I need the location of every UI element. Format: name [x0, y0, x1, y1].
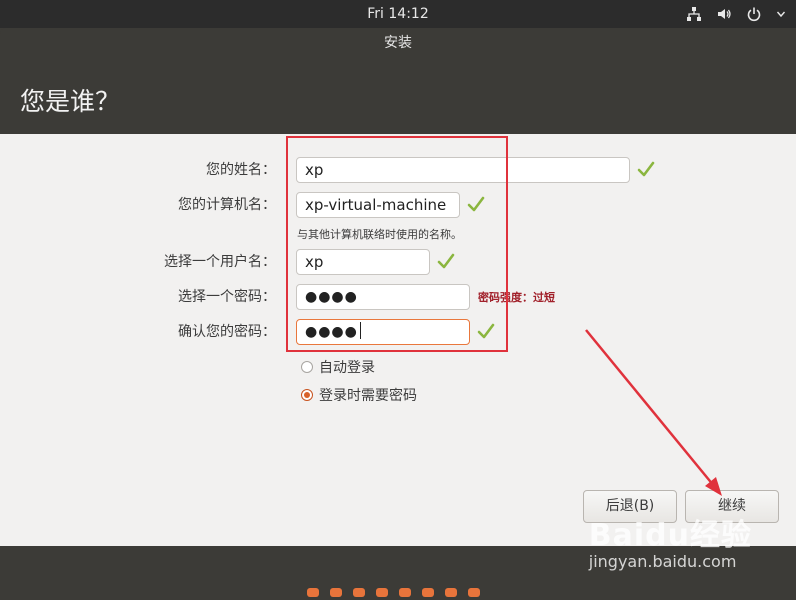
- confirm-password-label: 确认您的密码：: [178, 324, 276, 340]
- watermark-url: jingyan.baidu.com: [588, 552, 737, 571]
- volume-icon[interactable]: [716, 6, 732, 22]
- bottom-bar: Baidu经验 jingyan.baidu.com: [0, 518, 796, 600]
- auto-login-label: 自动登录: [319, 360, 375, 376]
- progress-dot: [399, 588, 411, 597]
- watermark-logo: Baidu经验: [588, 518, 752, 553]
- window-title: 安装: [384, 35, 412, 51]
- progress-dot: [330, 588, 342, 597]
- progress-dot: [376, 588, 388, 597]
- computer-name-hint: 与其他计算机联络时使用的名称。: [297, 228, 462, 241]
- username-input[interactable]: xp: [296, 249, 430, 275]
- top-bar: Fri 14:12: [0, 0, 796, 28]
- chevron-down-icon[interactable]: [776, 9, 786, 19]
- username-valid-check-icon: [437, 253, 455, 269]
- install-progress-dots: [307, 588, 480, 597]
- auto-login-option[interactable]: 自动登录: [301, 357, 375, 377]
- auto-login-radio[interactable]: [301, 361, 313, 373]
- require-password-option[interactable]: 登录时需要密码: [301, 385, 417, 405]
- username-label: 选择一个用户名：: [164, 254, 276, 270]
- progress-dot: [353, 588, 365, 597]
- name-input[interactable]: xp: [296, 157, 630, 183]
- computer-name-input[interactable]: xp-virtual-machine: [296, 192, 460, 218]
- clock[interactable]: Fri 14:12: [0, 0, 796, 28]
- network-icon[interactable]: [686, 6, 702, 22]
- password-label: 选择一个密码：: [178, 289, 276, 305]
- progress-dot: [468, 588, 480, 597]
- progress-dot: [307, 588, 319, 597]
- power-icon[interactable]: [746, 6, 762, 22]
- require-password-label: 登录时需要密码: [319, 388, 417, 404]
- window-header: 安装 您是谁？: [0, 28, 796, 134]
- content-area: 您的姓名： xp 您的计算机名： xp-virtual-machine 与其他计…: [0, 134, 796, 546]
- computer-name-label: 您的计算机名：: [178, 197, 276, 213]
- progress-dot: [422, 588, 434, 597]
- system-tray[interactable]: [686, 0, 786, 28]
- progress-dot: [445, 588, 457, 597]
- confirm-password-value: ●●●●: [305, 324, 358, 340]
- password-strength-text: 密码强度：过短: [478, 291, 555, 304]
- require-password-radio[interactable]: [301, 389, 313, 401]
- name-valid-check-icon: [637, 161, 655, 177]
- name-label: 您的姓名：: [206, 162, 276, 178]
- confirm-password-valid-check-icon: [477, 323, 495, 339]
- password-input[interactable]: ●●●●: [296, 284, 470, 310]
- computer-name-valid-check-icon: [467, 196, 485, 212]
- page-title: 您是谁？: [20, 87, 121, 116]
- confirm-password-input[interactable]: ●●●●: [296, 319, 470, 345]
- text-caret: [359, 322, 361, 339]
- baidu-watermark: Baidu经验 jingyan.baidu.com: [589, 510, 752, 571]
